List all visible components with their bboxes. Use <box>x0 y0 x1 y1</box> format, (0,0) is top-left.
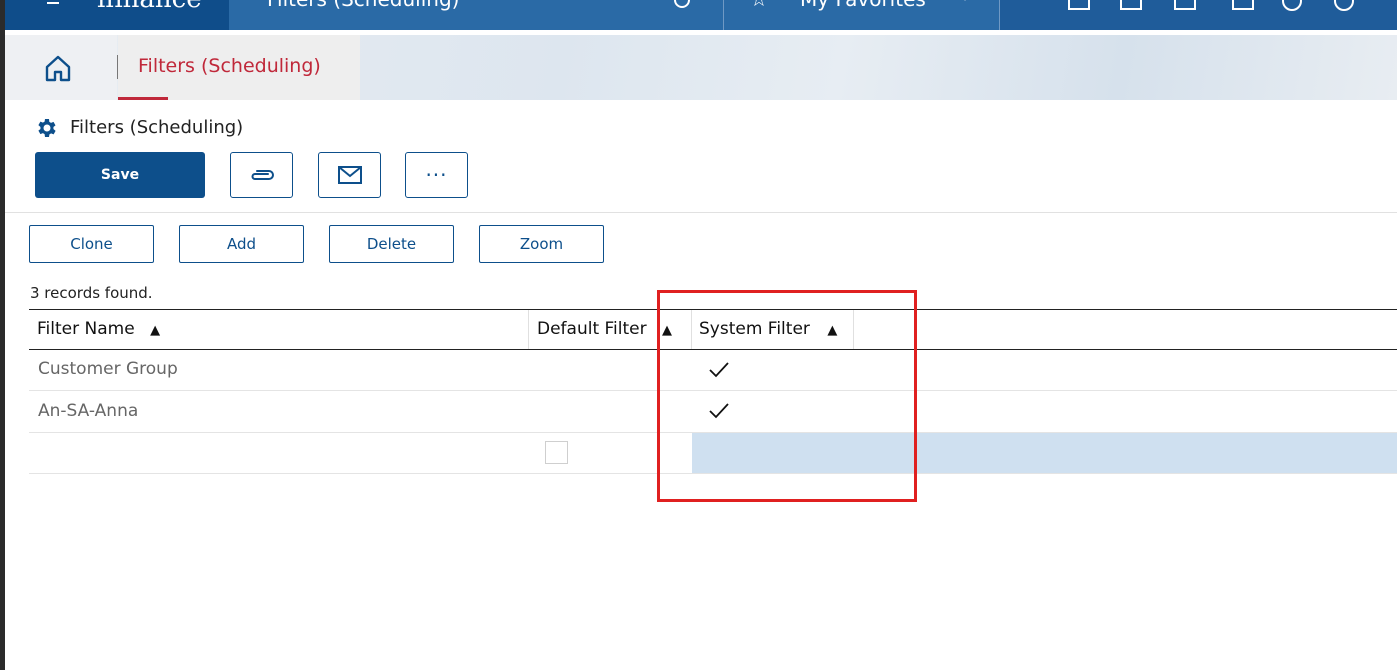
sort-ascending-icon: ▲ <box>150 323 161 338</box>
refresh-icon[interactable] <box>1282 0 1302 11</box>
paperclip-icon <box>251 170 274 180</box>
favorites-menu[interactable]: ☆ My Favorites ▾ <box>723 0 999 30</box>
column-label: Default Filter <box>537 319 647 339</box>
column-header-filter-name[interactable]: Filter Name ▲ <box>37 310 160 349</box>
default-filter-checkbox[interactable] <box>545 441 568 464</box>
email-button[interactable] <box>318 152 381 198</box>
star-icon: ☆ <box>750 0 768 10</box>
gear-icon <box>38 119 56 137</box>
toolbar-separator <box>5 212 1397 213</box>
envelope-icon <box>337 166 362 184</box>
user-icon[interactable] <box>1334 0 1354 11</box>
window-edge <box>0 0 5 670</box>
page-title: Filters (Scheduling) <box>70 117 244 138</box>
add-button[interactable]: Add <box>179 225 304 263</box>
delete-button[interactable]: Delete <box>329 225 454 263</box>
column-label: Filter Name <box>37 319 135 339</box>
brand-area: ifinance <box>5 0 229 30</box>
menu-icon[interactable] <box>47 0 59 4</box>
bell-icon[interactable] <box>1068 0 1090 10</box>
app-logo[interactable]: ifinance <box>97 0 202 12</box>
favorites-label: My Favorites <box>800 0 926 10</box>
top-navigation-bar: ifinance Filters (Scheduling) ☆ My Favor… <box>5 0 1397 30</box>
save-button[interactable]: Save <box>35 152 205 198</box>
tab-label: Filters (Scheduling) <box>138 55 321 77</box>
active-tab-indicator <box>118 97 168 100</box>
topbar-page-title: Filters (Scheduling) <box>267 0 459 10</box>
inbox-icon[interactable] <box>1174 0 1196 10</box>
records-count: 3 records found. <box>30 284 153 302</box>
highlight-annotation-box <box>657 290 917 502</box>
current-page-area: Filters (Scheduling) <box>229 0 723 30</box>
topbar-icons <box>999 0 1397 30</box>
clone-button[interactable]: Clone <box>29 225 154 263</box>
cell-filter-name[interactable]: An-SA-Anna <box>38 400 138 422</box>
more-options-button[interactable]: ··· <box>405 152 468 198</box>
tab-filters-scheduling[interactable]: Filters (Scheduling) <box>118 35 360 100</box>
grid-icon[interactable] <box>1232 0 1254 10</box>
tab-bar: Filters (Scheduling) <box>5 35 1397 100</box>
calendar-icon[interactable] <box>1120 0 1142 10</box>
zoom-button[interactable]: Zoom <box>479 225 604 263</box>
search-icon[interactable] <box>674 0 690 8</box>
column-header-default-filter[interactable]: Default Filter ▲ <box>537 310 672 349</box>
column-separator <box>528 310 529 349</box>
home-icon <box>45 55 71 82</box>
cell-filter-name[interactable]: Customer Group <box>38 358 178 380</box>
chevron-down-icon: ▾ <box>962 0 968 4</box>
app-window: ifinance Filters (Scheduling) ☆ My Favor… <box>0 0 1397 670</box>
attachment-button[interactable] <box>230 152 293 198</box>
home-tab[interactable] <box>5 35 117 100</box>
